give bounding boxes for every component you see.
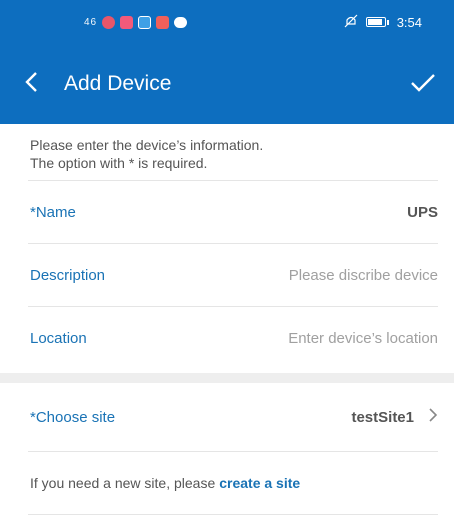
intro-line-1: Please enter the device’s information. bbox=[30, 137, 264, 153]
check-icon[interactable] bbox=[410, 69, 436, 100]
toolbar: Add Device bbox=[0, 44, 454, 124]
site-selector[interactable]: testSite1 bbox=[351, 406, 438, 429]
chevron-left-icon[interactable] bbox=[24, 69, 64, 99]
section-separator bbox=[0, 373, 454, 383]
hint-text: If you need a new site, please bbox=[30, 475, 216, 491]
divider bbox=[28, 514, 438, 515]
chevron-right-icon bbox=[428, 406, 438, 429]
status-right: 3:54 bbox=[344, 14, 422, 31]
app-notification-icon bbox=[102, 15, 116, 29]
description-field[interactable]: Description Please discribe device bbox=[0, 244, 454, 306]
new-site-hint: If you need a new site, please create a … bbox=[0, 452, 454, 514]
status-bar: 46 3:54 bbox=[0, 0, 454, 44]
clock: 3:54 bbox=[396, 14, 422, 30]
choose-site-row[interactable]: *Choose site testSite1 bbox=[0, 383, 454, 451]
battery-tip bbox=[386, 19, 389, 25]
mute-icon bbox=[344, 14, 358, 31]
photo-notification-icon bbox=[138, 15, 152, 29]
name-value[interactable]: UPS bbox=[407, 204, 438, 221]
app-bar: 46 3:54 Add Device bbox=[0, 0, 454, 124]
site-value: testSite1 bbox=[351, 408, 414, 426]
mail-notification-icon bbox=[120, 15, 134, 29]
status-left: 46 bbox=[84, 15, 188, 29]
name-label: *Name bbox=[30, 203, 76, 221]
name-field[interactable]: *Name UPS bbox=[0, 181, 454, 243]
page-title: Add Device bbox=[64, 72, 172, 95]
create-site-link[interactable]: create a site bbox=[219, 475, 300, 491]
chat-bubble-icon bbox=[174, 16, 188, 28]
location-label: Location bbox=[30, 329, 87, 347]
choose-site-label: *Choose site bbox=[30, 408, 116, 426]
signal-icon: 46 bbox=[84, 16, 98, 28]
location-field[interactable]: Location Enter device’s location bbox=[0, 307, 454, 369]
description-label: Description bbox=[30, 266, 106, 284]
location-input[interactable]: Enter device’s location bbox=[288, 330, 438, 347]
shop-notification-icon bbox=[156, 15, 170, 29]
intro-line-2: The option with * is required. bbox=[30, 155, 208, 171]
description-input[interactable]: Please discribe device bbox=[289, 267, 438, 284]
battery-icon bbox=[365, 17, 386, 27]
intro-text: Please enter the device’s information. T… bbox=[0, 124, 454, 180]
